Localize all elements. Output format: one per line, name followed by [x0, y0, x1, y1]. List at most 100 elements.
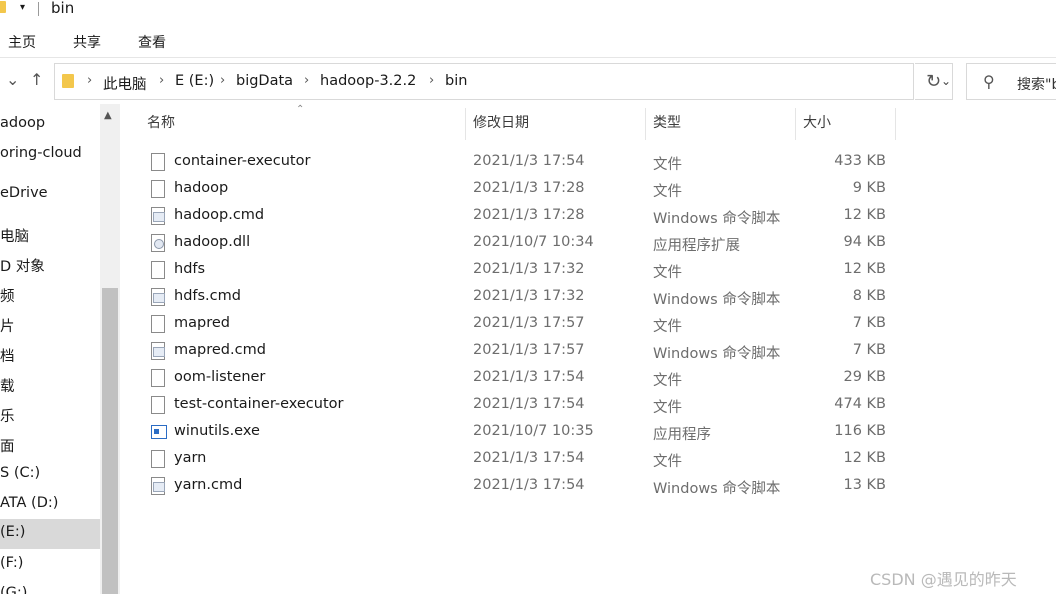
- tab-home[interactable]: 主页: [8, 32, 36, 52]
- file-row[interactable]: hadoop 2021/1/3 17:28 文件 9 KB: [140, 177, 900, 204]
- sidebar-item[interactable]: S (C:): [0, 460, 100, 490]
- quick-access-dropdown-icon[interactable]: ▾: [20, 2, 25, 13]
- file-icon: [151, 261, 165, 279]
- sidebar-item-label: 片: [0, 319, 15, 335]
- sidebar-item[interactable]: 频: [0, 280, 100, 310]
- file-name: oom-listener: [174, 369, 266, 385]
- breadcrumb-bigdata[interactable]: bigData: [236, 73, 293, 89]
- cmd-file-icon: [151, 207, 165, 225]
- chevron-right-icon[interactable]: ›: [304, 73, 309, 88]
- file-size: 7 KB: [852, 342, 886, 358]
- sidebar-item[interactable]: oring-cloud: [0, 140, 100, 170]
- file-type: 文件: [653, 265, 682, 281]
- sidebar-item-label: ATA (D:): [0, 495, 59, 511]
- breadcrumb-hadoop[interactable]: hadoop-3.2.2: [320, 73, 416, 89]
- sidebar-item-selected[interactable]: (E:): [0, 519, 100, 549]
- file-row[interactable]: test-container-executor 2021/1/3 17:54 文…: [140, 393, 900, 420]
- sidebar-item-label: (G:): [0, 585, 28, 594]
- file-row[interactable]: hadoop.cmd 2021/1/3 17:28 Windows 命令脚本 1…: [140, 204, 900, 231]
- column-header-date[interactable]: 修改日期: [473, 112, 529, 140]
- sort-ascending-icon: ⌃: [296, 104, 305, 115]
- sidebar-item-label: adoop: [0, 115, 46, 131]
- file-icon: [151, 315, 165, 333]
- watermark: CSDN @遇见的昨天: [870, 570, 1017, 589]
- sidebar-item[interactable]: 片: [0, 310, 100, 340]
- column-header-size[interactable]: 大小: [803, 112, 831, 140]
- breadcrumb-bin[interactable]: bin: [445, 73, 467, 89]
- file-type: Windows 命令脚本: [653, 481, 781, 497]
- file-type: 文件: [653, 319, 682, 335]
- chevron-right-icon[interactable]: ›: [87, 73, 92, 88]
- tab-share[interactable]: 共享: [73, 32, 101, 52]
- chevron-right-icon[interactable]: ›: [220, 73, 225, 88]
- file-type: 文件: [653, 373, 682, 389]
- sidebar-item[interactable]: 乐: [0, 400, 100, 430]
- recent-locations-icon[interactable]: ⌄: [6, 70, 19, 89]
- breadcrumb-drive-e[interactable]: E (E:): [175, 73, 214, 89]
- sidebar-item[interactable]: eDrive: [0, 180, 100, 210]
- sidebar-item[interactable]: 面: [0, 430, 100, 460]
- sidebar-item-label: 档: [0, 349, 15, 365]
- up-arrow-icon[interactable]: ↑: [30, 70, 43, 89]
- sidebar-item[interactable]: (G:): [0, 580, 100, 594]
- file-row[interactable]: yarn 2021/1/3 17:54 文件 12 KB: [140, 447, 900, 474]
- file-row[interactable]: mapred.cmd 2021/1/3 17:57 Windows 命令脚本 7…: [140, 339, 900, 366]
- column-divider[interactable]: [895, 108, 896, 140]
- address-bar[interactable]: › 此电脑 › E (E:) › bigData › hadoop-3.2.2 …: [54, 63, 951, 100]
- file-icon: [151, 180, 165, 198]
- file-date: 2021/10/7 10:34: [473, 234, 594, 250]
- file-date: 2021/10/7 10:35: [473, 423, 594, 439]
- sidebar-item[interactable]: adoop: [0, 110, 100, 140]
- address-folder-icon: [62, 74, 74, 88]
- sidebar-item-label: D 对象: [0, 259, 45, 275]
- file-name: hadoop.cmd: [174, 207, 265, 223]
- column-header-type[interactable]: 类型: [653, 112, 681, 140]
- file-date: 2021/1/3 17:57: [473, 342, 585, 358]
- scroll-up-icon[interactable]: ▲: [104, 110, 112, 121]
- file-date: 2021/1/3 17:54: [473, 396, 585, 412]
- tab-view[interactable]: 查看: [138, 32, 166, 52]
- sidebar-item[interactable]: (F:): [0, 550, 100, 580]
- sidebar-item[interactable]: ATA (D:): [0, 490, 100, 520]
- file-size: 7 KB: [852, 315, 886, 331]
- search-placeholder: 搜索"b: [1017, 77, 1056, 93]
- sidebar-item[interactable]: 档: [0, 340, 100, 370]
- sidebar-item[interactable]: 载: [0, 370, 100, 400]
- file-type: 应用程序: [653, 427, 711, 443]
- file-row[interactable]: container-executor 2021/1/3 17:54 文件 433…: [140, 150, 900, 177]
- file-row[interactable]: winutils.exe 2021/10/7 10:35 应用程序 116 KB: [140, 420, 900, 447]
- window-title: bin: [51, 0, 75, 17]
- folder-icon: [0, 1, 6, 13]
- file-name: yarn.cmd: [174, 477, 243, 493]
- sidebar-item-label: 面: [0, 439, 15, 455]
- column-header-name[interactable]: 名称: [147, 112, 175, 140]
- sidebar-item[interactable]: 电脑: [0, 220, 100, 250]
- navigation-bar: ⌄ ↑ › 此电脑 › E (E:) › bigData › hadoop-3.…: [0, 62, 1056, 102]
- file-row[interactable]: hdfs 2021/1/3 17:32 文件 12 KB: [140, 258, 900, 285]
- file-row[interactable]: oom-listener 2021/1/3 17:54 文件 29 KB: [140, 366, 900, 393]
- chevron-right-icon[interactable]: ›: [159, 73, 164, 88]
- column-divider[interactable]: [795, 108, 796, 140]
- file-icon: [151, 396, 165, 414]
- sidebar-item[interactable]: D 对象: [0, 250, 100, 280]
- file-size: 12 KB: [843, 450, 886, 466]
- file-size: 9 KB: [852, 180, 886, 196]
- file-row[interactable]: hadoop.dll 2021/10/7 10:34 应用程序扩展 94 KB: [140, 231, 900, 258]
- chevron-right-icon[interactable]: ›: [429, 73, 434, 88]
- file-name: mapred.cmd: [174, 342, 266, 358]
- file-size: 433 KB: [834, 153, 886, 169]
- scroll-thumb[interactable]: [102, 288, 118, 594]
- search-box[interactable]: ⚲ 搜索"b: [966, 63, 1056, 100]
- breadcrumb-this-pc[interactable]: 此电脑: [103, 73, 147, 94]
- file-row[interactable]: hdfs.cmd 2021/1/3 17:32 Windows 命令脚本 8 K…: [140, 285, 900, 312]
- column-divider[interactable]: [465, 108, 466, 140]
- file-size: 474 KB: [834, 396, 886, 412]
- sidebar-item-label: 频: [0, 289, 15, 305]
- file-row[interactable]: yarn.cmd 2021/1/3 17:54 Windows 命令脚本 13 …: [140, 474, 900, 501]
- column-divider[interactable]: [645, 108, 646, 140]
- refresh-icon[interactable]: ↻: [915, 63, 953, 100]
- dll-file-icon: [151, 234, 165, 252]
- file-date: 2021/1/3 17:32: [473, 288, 585, 304]
- nav-scrollbar[interactable]: ▲: [100, 104, 120, 594]
- file-row[interactable]: mapred 2021/1/3 17:57 文件 7 KB: [140, 312, 900, 339]
